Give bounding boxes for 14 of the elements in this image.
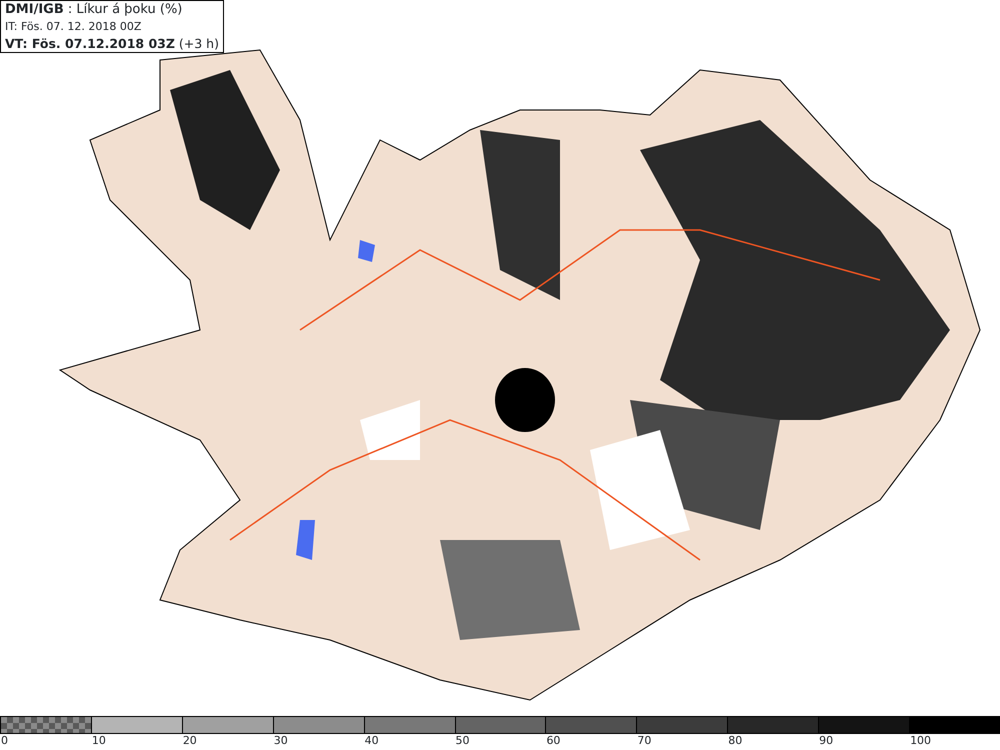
legend-label: 0 — [0, 734, 8, 748]
legend-label: 90 — [818, 734, 834, 748]
legend-label: 80 — [727, 734, 742, 748]
legend-label: 20 — [182, 734, 197, 748]
header-line: DMI/IGB : Líkur á þoku (%) — [5, 1, 184, 18]
legend-label: 70 — [636, 734, 652, 748]
legend-label: 60 — [545, 734, 560, 748]
legend-label: 40 — [364, 734, 379, 748]
legend-label: 30 — [272, 734, 288, 748]
legend-label: 100 — [909, 734, 932, 748]
legend-label: 50 — [454, 734, 470, 748]
header-line: IT: Fös. 07. 12. 2018 00Z — [5, 19, 142, 35]
header-line: VT: Fös. 07.12.2018 03Z (+3 h) — [5, 35, 219, 52]
legend-label: 10 — [90, 734, 106, 748]
